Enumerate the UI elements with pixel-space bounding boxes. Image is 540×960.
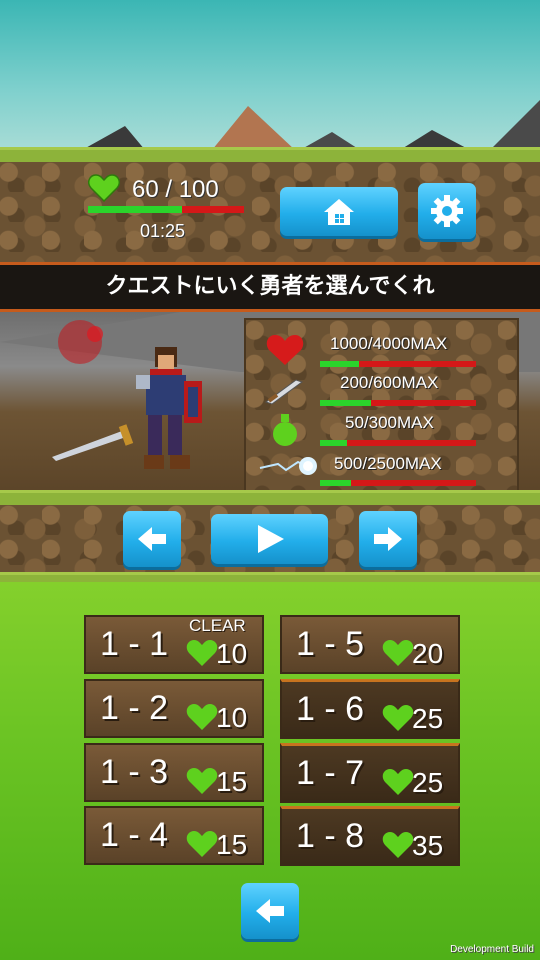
hero-stats-panel: 1000/4000MAX 200/600MAX 50/300MAX 500/25… — [244, 318, 519, 494]
prev-hero-button[interactable] — [123, 511, 181, 567]
heart-cost-icon — [186, 831, 218, 857]
stat-potion-bar — [320, 440, 476, 446]
level-cost: 15 — [216, 766, 248, 797]
level-button-1-6[interactable]: 1 - 6 25 — [280, 679, 460, 739]
level-name: 1 - 5 — [296, 625, 365, 663]
level-cost: 10 — [216, 638, 248, 669]
level-cost: 15 — [216, 829, 248, 860]
level-name: 1 - 3 — [100, 753, 169, 791]
hp-value: 60 / 100 — [132, 176, 219, 203]
level-cost: 35 — [412, 830, 444, 861]
stat-potion-bar-fill — [320, 440, 347, 446]
level-cost: 25 — [412, 703, 444, 734]
level-cost: 25 — [412, 767, 444, 798]
heart-cost-icon — [186, 768, 218, 794]
timer: 01:25 — [140, 221, 186, 241]
level-name: 1 - 2 — [100, 689, 169, 727]
stat-magic-text: 500/2500MAX — [334, 454, 442, 473]
back-button[interactable] — [241, 883, 299, 939]
heart-cost-icon — [186, 704, 218, 730]
heart-cost-icon — [382, 640, 414, 666]
hp-bar — [88, 206, 244, 213]
level-button-1-8[interactable]: 1 - 8 35 — [280, 806, 460, 866]
level-button-1-4[interactable]: 1 - 4 15 — [84, 806, 264, 865]
mountains-decoration — [82, 100, 540, 150]
stat-magic-bar-fill — [320, 480, 352, 486]
heart-cost-icon — [382, 705, 414, 731]
stat-attack-bar — [320, 400, 476, 406]
stat-hp-text: 1000/4000MAX — [330, 334, 448, 353]
heart-cost-icon — [382, 769, 414, 795]
gear-icon — [431, 195, 463, 227]
arrow-right-icon — [374, 527, 402, 551]
level-name: 1 - 4 — [100, 816, 169, 854]
sword-icon — [264, 379, 304, 405]
banner-text: クエストにいく勇者を選んでくれ — [105, 274, 435, 299]
level-button-1-2[interactable]: 1 - 2 10 — [84, 679, 264, 738]
stat-magic-bar — [320, 480, 476, 486]
stat-hp-bar — [320, 361, 476, 367]
level-name: 1 - 7 — [296, 754, 365, 792]
development-build-label: Development Build — [450, 944, 534, 955]
level-cost: 10 — [216, 702, 248, 733]
level-name: 1 - 1 — [100, 625, 169, 663]
quest-banner: クエストにいく勇者を選んでくれ — [0, 262, 540, 312]
stat-attack-bar-fill — [320, 400, 372, 406]
home-button[interactable] — [280, 187, 398, 236]
potion-icon — [273, 414, 297, 446]
clear-badge: CLEAR — [189, 616, 246, 635]
level-button-1-1[interactable]: CLEAR 1 - 1 10 — [84, 615, 264, 674]
home-icon — [324, 198, 354, 225]
heart-cost-icon — [186, 640, 218, 666]
next-hero-button[interactable] — [359, 511, 417, 567]
play-button[interactable] — [211, 514, 328, 564]
play-icon — [257, 525, 284, 553]
stat-attack-text: 200/600MAX — [340, 373, 439, 392]
arrow-left-icon — [256, 899, 284, 923]
level-button-1-7[interactable]: 1 - 7 25 — [280, 743, 460, 803]
magic-icon — [259, 457, 317, 475]
settings-button[interactable] — [418, 183, 476, 239]
heart-icon — [88, 174, 120, 202]
hero-knight-sprite — [52, 347, 202, 469]
sky-background — [0, 0, 540, 150]
heart-cost-icon — [382, 832, 414, 858]
level-name: 1 - 8 — [296, 817, 365, 855]
heart-icon — [266, 335, 304, 365]
stat-hp-bar-fill — [320, 361, 359, 367]
stat-potion-text: 50/300MAX — [345, 413, 434, 432]
hp-bar-fill — [88, 206, 182, 213]
level-button-1-3[interactable]: 1 - 3 15 — [84, 743, 264, 802]
level-name: 1 - 6 — [296, 690, 365, 728]
level-cost: 20 — [412, 638, 444, 669]
arrow-left-icon — [138, 527, 166, 551]
level-button-1-5[interactable]: 1 - 5 20 — [280, 615, 460, 674]
